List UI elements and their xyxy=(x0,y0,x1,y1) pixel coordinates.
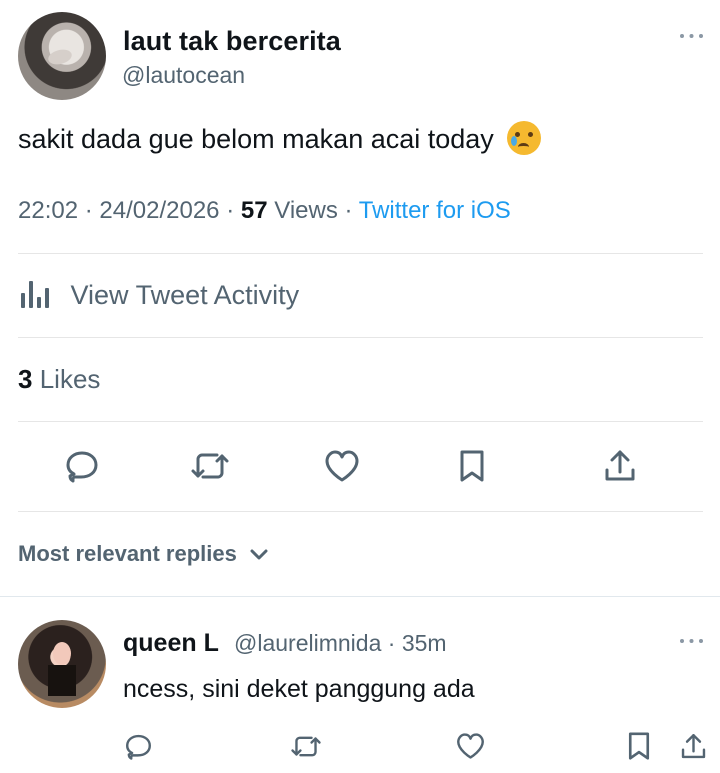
reply-author-avatar[interactable] xyxy=(18,620,106,708)
reply-sort-label: Most relevant replies xyxy=(18,541,237,566)
more-horizontal-icon xyxy=(680,639,703,643)
chevron-down-icon xyxy=(248,546,270,562)
share-upload-icon xyxy=(681,733,705,758)
author-handle[interactable]: @lautocean xyxy=(122,62,245,89)
tweet-time: 22:02 xyxy=(18,197,79,224)
crying-face-icon xyxy=(507,121,542,155)
tweet-metadata: 22:02 · 24/02/2026 · 57 Views · Twitter … xyxy=(18,197,511,224)
more-horizontal-icon xyxy=(680,34,703,38)
view-tweet-activity-label: View Tweet Activity xyxy=(70,280,300,310)
bookmark-icon xyxy=(628,732,650,760)
tweet-body: sakit dada gue belom makan acai today xyxy=(18,124,494,154)
like-button[interactable] xyxy=(319,444,365,488)
share-button[interactable] xyxy=(598,444,642,488)
reply-share-button[interactable] xyxy=(676,727,710,765)
reply-reply-button[interactable] xyxy=(120,728,156,764)
author-avatar[interactable] xyxy=(18,12,106,100)
reply-button[interactable] xyxy=(60,444,104,488)
speech-bubble-icon xyxy=(125,734,151,760)
bookmark-icon xyxy=(460,450,484,482)
reply-retweet-button[interactable] xyxy=(286,728,326,764)
tweet-date: 24/02/2026 xyxy=(99,197,220,224)
likes-count: 3 xyxy=(18,364,33,394)
view-tweet-activity-button[interactable]: View Tweet Activity xyxy=(18,280,299,311)
reply-more-button[interactable] xyxy=(679,636,704,646)
tweet-text: sakit dada gue belom makan acai today xyxy=(18,121,542,155)
heart-icon xyxy=(325,450,359,482)
reply-time: 35m xyxy=(401,630,447,656)
likes-label: Likes xyxy=(39,364,101,394)
likes-count-button[interactable]: 3 Likes xyxy=(18,364,100,395)
views-label: Views xyxy=(274,197,338,224)
author-display-name[interactable]: laut tak bercerita xyxy=(123,26,341,57)
reply-author-name[interactable]: queen L xyxy=(123,629,219,658)
divider-actions xyxy=(18,511,703,512)
reply-meta: @laurelimnida · 35m xyxy=(234,630,447,656)
reply-like-button[interactable] xyxy=(452,728,488,764)
heart-icon xyxy=(456,733,484,759)
tweet-more-button[interactable] xyxy=(679,31,704,41)
retweet-button[interactable] xyxy=(186,444,234,488)
divider-likes xyxy=(18,421,703,422)
bar-chart-icon xyxy=(18,281,49,308)
reply-author-handle[interactable]: @laurelimnida xyxy=(234,630,381,656)
speech-bubble-icon xyxy=(66,451,98,483)
divider-top xyxy=(18,253,703,254)
divider-activity xyxy=(18,337,703,338)
retweet-arrows-icon xyxy=(191,453,229,479)
bookmark-button[interactable] xyxy=(452,444,492,488)
views-count: 57 xyxy=(240,197,268,224)
tweet-client-link[interactable]: Twitter for iOS xyxy=(359,197,511,224)
reply-bookmark-button[interactable] xyxy=(622,727,656,765)
retweet-arrows-icon xyxy=(291,736,321,756)
reply-text: ncess, sini deket panggung ada xyxy=(123,675,475,703)
share-upload-icon xyxy=(605,450,635,481)
divider-replies xyxy=(0,596,720,597)
reply-sort-dropdown[interactable]: Most relevant replies xyxy=(18,541,270,567)
